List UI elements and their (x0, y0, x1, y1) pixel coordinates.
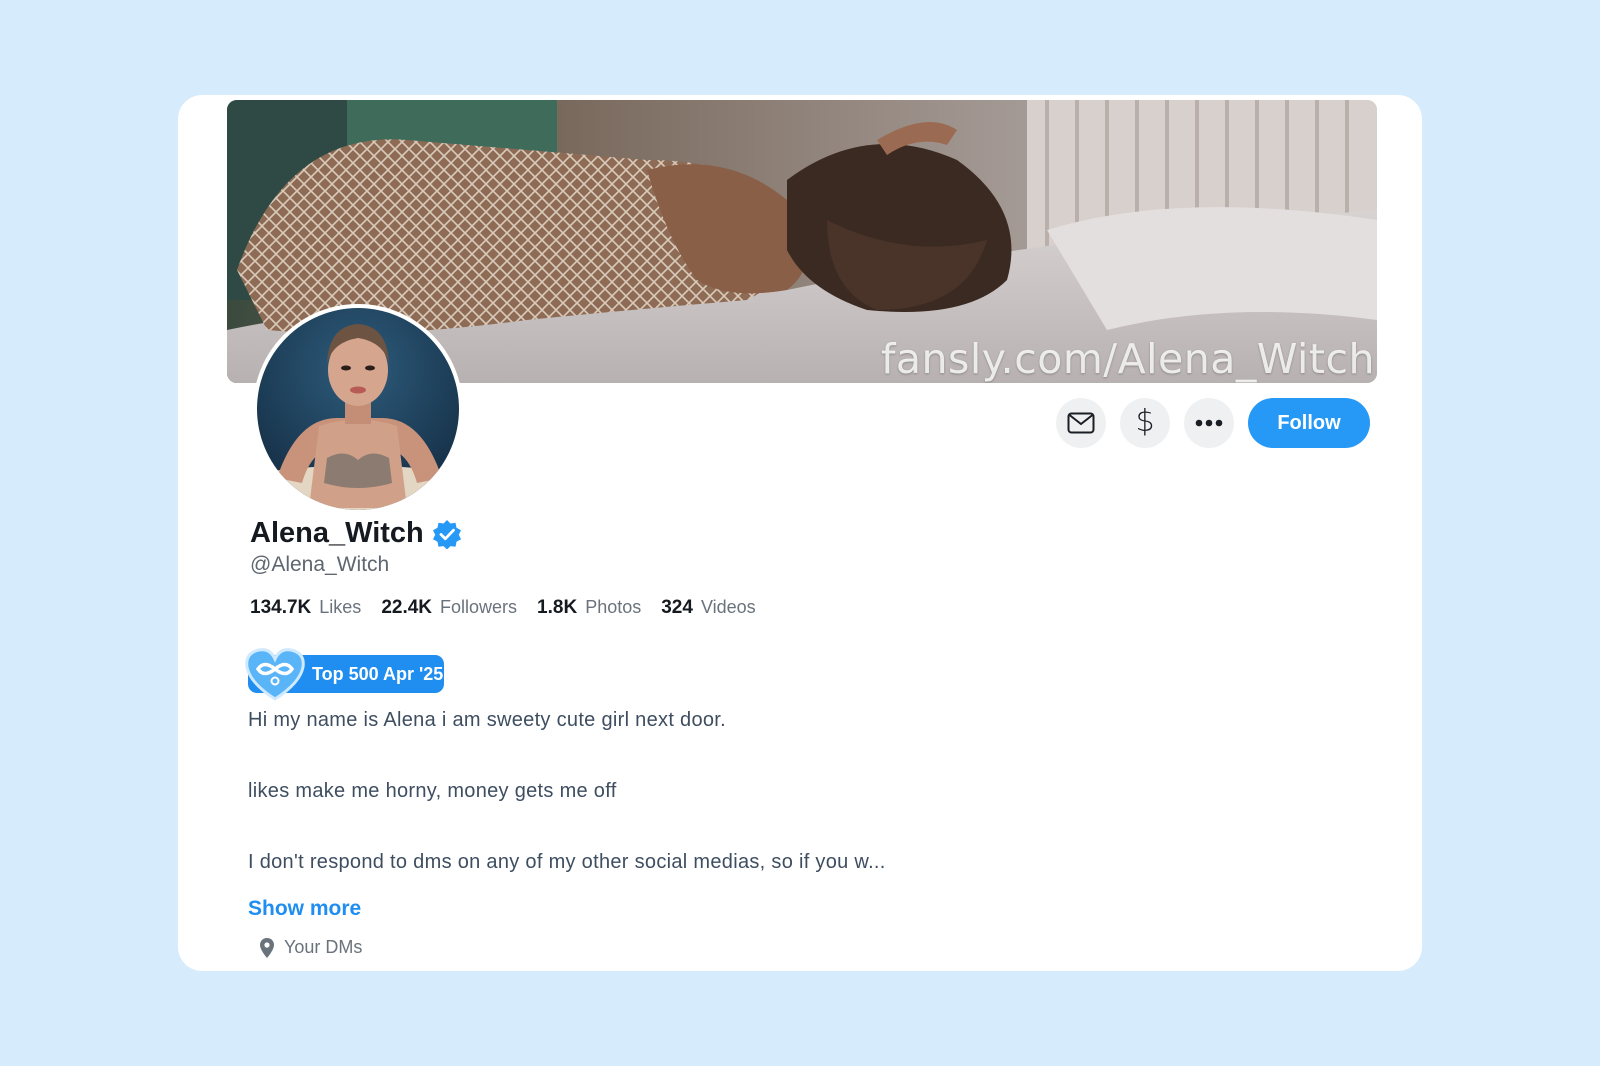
follow-button[interactable]: Follow (1248, 398, 1370, 448)
profile-actions: $ Follow (1056, 398, 1370, 448)
more-dots-icon (1195, 419, 1223, 427)
ranking-badge[interactable]: Top 500 Apr '25 (245, 648, 444, 701)
stat-photos[interactable]: 1.8K Photos (537, 597, 641, 619)
banner-watermark: fansly.com/Alena_Witch (880, 335, 1375, 383)
bio-line: likes make me horny, money gets me off (248, 780, 617, 802)
display-name: Alena_Witch (250, 517, 424, 549)
bio-line: Hi my name is Alena i am sweety cute gir… (248, 709, 727, 731)
show-more-link[interactable]: Show more (248, 897, 361, 921)
location-pin-icon (260, 937, 274, 958)
profile-card: fansly.com/Alena_Witch $ Follow Alena_Wi… (178, 95, 1422, 971)
stat-label: Likes (319, 597, 362, 617)
avatar-image (257, 308, 459, 510)
stat-value: 324 (661, 597, 693, 618)
bio-line: I don't respond to dms on any of my othe… (248, 851, 886, 873)
tip-button[interactable]: $ (1120, 398, 1170, 448)
stat-likes[interactable]: 134.7K Likes (250, 597, 361, 619)
badge-label: Top 500 Apr '25 (312, 664, 444, 684)
stat-followers[interactable]: 22.4K Followers (381, 597, 517, 619)
message-button[interactable] (1056, 398, 1106, 448)
stat-label: Videos (700, 597, 756, 617)
heart-infinity-icon (245, 648, 305, 701)
stat-label: Followers (440, 597, 518, 617)
envelope-icon (1067, 412, 1095, 434)
stat-videos[interactable]: 324 Videos (661, 597, 755, 619)
profile-handle: @Alena_Witch (250, 553, 390, 576)
stat-value: 1.8K (537, 597, 578, 618)
dollar-icon: $ (1135, 404, 1155, 439)
profile-location: Your DMs (260, 937, 362, 958)
profile-stats: 134.7K Likes 22.4K Followers 1.8K Photos… (250, 597, 776, 619)
stat-value: 22.4K (381, 597, 433, 618)
location-text: Your DMs (284, 937, 363, 957)
avatar[interactable] (253, 304, 463, 514)
more-options-button[interactable] (1184, 398, 1234, 448)
stat-value: 134.7K (250, 597, 312, 618)
stat-label: Photos (585, 597, 642, 617)
name-row: Alena_Witch (250, 517, 462, 550)
verified-badge-icon (432, 519, 462, 549)
